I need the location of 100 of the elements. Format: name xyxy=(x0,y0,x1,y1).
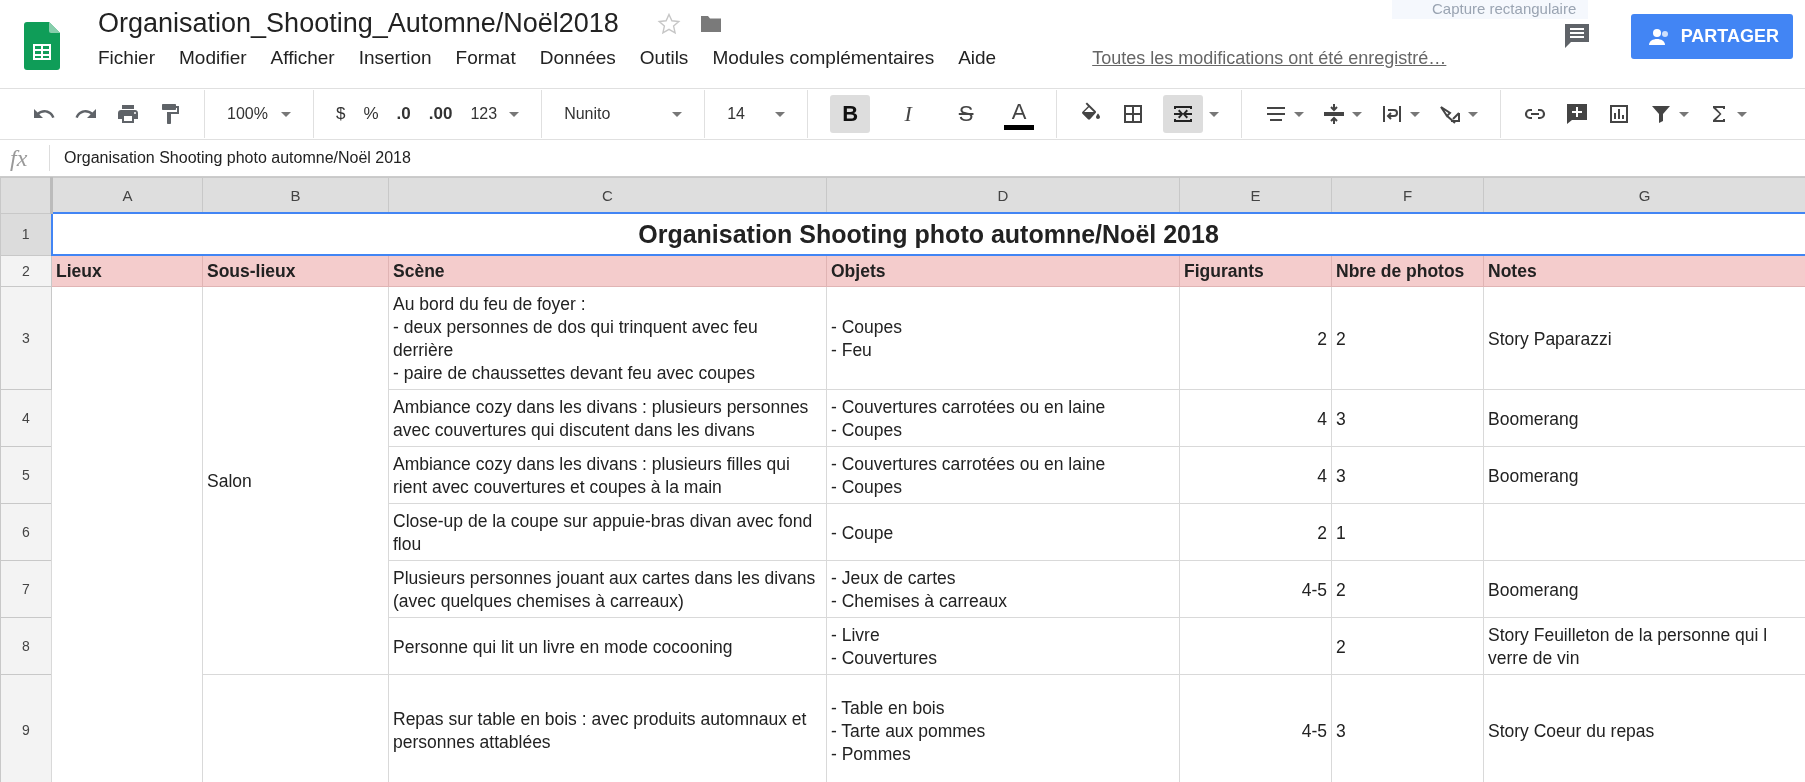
column-header[interactable]: A xyxy=(51,177,203,213)
caret-icon xyxy=(1468,111,1479,117)
row-header[interactable]: 2 xyxy=(0,255,52,287)
table-cell: Plusieurs personnes jouant aux cartes dans les divans (avec quelques chemises à carreaux) xyxy=(388,560,827,618)
menu-item[interactable]: Aide xyxy=(958,47,997,69)
font-dropdown[interactable]: Nunito xyxy=(564,105,683,123)
column-header[interactable]: D xyxy=(826,177,1180,213)
caret-icon xyxy=(1410,111,1421,117)
table-cell: Close-up de la coupe sur appuie-bras divan avec fond flou xyxy=(388,503,827,561)
table-cell: Boomerang xyxy=(1488,579,1579,600)
table-cell: 4-5 xyxy=(1301,579,1327,600)
row-header[interactable]: 7 xyxy=(0,560,52,618)
save-status-link[interactable]: Toutes les modifications ont été enregistré… xyxy=(1092,48,1447,69)
table-cell: 2 xyxy=(1317,522,1327,543)
vertical-align-icon xyxy=(1322,102,1347,126)
table-cell: 3 xyxy=(1336,408,1346,429)
vertical-align-button[interactable] xyxy=(1322,102,1363,126)
font-size-dropdown[interactable]: 14 xyxy=(727,105,786,123)
capture-tooltip: Capture rectangulaire xyxy=(1392,0,1589,19)
decrease-decimals-button[interactable]: .0 xyxy=(396,104,411,124)
row-header[interactable]: 1 xyxy=(0,213,52,255)
row-header[interactable]: 4 xyxy=(0,389,52,447)
menu-item[interactable]: Modules complémentaires xyxy=(712,47,935,69)
bold-button[interactable]: B xyxy=(830,95,871,133)
header-cell: Lieux xyxy=(51,255,203,287)
increase-decimals-button[interactable]: .00 xyxy=(428,104,453,124)
comment-icon[interactable] xyxy=(1562,22,1591,50)
print-icon[interactable] xyxy=(116,102,140,126)
table-cell: - Couvertures carrotées ou en laine - Coupes xyxy=(826,446,1180,504)
header-cell: Notes xyxy=(1483,255,1805,287)
column-header[interactable]: C xyxy=(388,177,827,213)
header-cell: Sous-lieux xyxy=(202,255,389,287)
table-cell: Story Paparazzi xyxy=(1488,328,1612,349)
column-header[interactable]: F xyxy=(1331,177,1484,213)
row-header[interactable]: 6 xyxy=(0,503,52,561)
percent-format-button[interactable]: % xyxy=(363,104,379,124)
spreadsheet-logo-icon[interactable] xyxy=(24,22,60,70)
table-cell: 4-5 xyxy=(1301,720,1327,741)
table-cell: - Jeux de cartes - Chemises à carreaux xyxy=(826,560,1180,618)
caret-icon[interactable] xyxy=(1209,111,1220,117)
row-header[interactable]: 8 xyxy=(0,617,52,675)
table-cell: Story Feuilleton de la personne qui l verre de vin xyxy=(1488,625,1768,668)
caret-icon xyxy=(1294,111,1305,117)
table-cell: Salon xyxy=(207,471,252,491)
formula-label: fx xyxy=(0,145,50,171)
row-header[interactable]: 5 xyxy=(0,446,52,504)
merge-cells-button[interactable] xyxy=(1163,95,1204,133)
add-comment-icon[interactable] xyxy=(1565,102,1590,126)
row-header[interactable]: 9 xyxy=(0,674,52,782)
table-cell: - Coupe xyxy=(826,503,1180,561)
table-cell: - Couvertures carrotées ou en laine - Coupes xyxy=(826,389,1180,447)
column-header[interactable]: G xyxy=(1483,177,1805,213)
header-cell: Scène xyxy=(388,255,827,287)
number-format-dropdown[interactable]: 123 xyxy=(470,105,520,123)
color-button[interactable]: A xyxy=(1004,98,1035,130)
column-header[interactable]: E xyxy=(1179,177,1332,213)
caret-icon xyxy=(1352,111,1363,117)
title-cell: Organisation Shooting photo automne/Noël 2018 xyxy=(51,213,1805,255)
table-cell: Personne qui lit un livre en mode cocooning xyxy=(388,617,827,675)
strike-button[interactable]: S xyxy=(946,95,987,133)
table-cell: - Coupes - Feu xyxy=(826,286,1180,390)
row-header[interactable]: 3 xyxy=(0,286,52,390)
table-cell: 4 xyxy=(1317,408,1327,429)
menu-item[interactable]: Données xyxy=(539,47,616,69)
table-cell: - Livre - Couvertures xyxy=(826,617,1180,675)
menu-item[interactable]: Outils xyxy=(639,47,689,69)
table-cell: 1 xyxy=(1336,522,1346,543)
star-icon[interactable] xyxy=(656,11,681,36)
table-cell: 3 xyxy=(1336,720,1346,741)
header-cell: Figurants xyxy=(1179,255,1332,287)
folder-icon[interactable] xyxy=(698,13,723,34)
zoom-dropdown[interactable]: 100% xyxy=(227,105,291,123)
menu-item[interactable]: Afficher xyxy=(270,47,335,69)
caret-icon xyxy=(509,111,520,117)
table-cell: 4 xyxy=(1317,465,1327,486)
currency-format-button[interactable]: $ xyxy=(336,104,346,124)
caret-icon xyxy=(1737,111,1748,117)
caret-icon xyxy=(281,111,291,117)
column-header[interactable]: B xyxy=(202,177,389,213)
menu-item[interactable]: Insertion xyxy=(358,47,432,69)
menu-item[interactable]: Modifier xyxy=(179,47,247,69)
table-cell: Au bord du feu de foyer : - deux personnes de dos qui trinquent avec feu derrière - paire de chaussettes devant feu avec coupes xyxy=(388,286,827,390)
person-icon xyxy=(1646,26,1671,47)
document-title[interactable]: Organisation_Shooting_Automne/Noël2018 xyxy=(98,8,619,39)
italic-button[interactable]: I xyxy=(888,95,929,133)
caret-icon xyxy=(775,111,786,117)
header-cell: Objets xyxy=(826,255,1180,287)
table-cell: Ambiance cozy dans les divans : plusieurs personnes avec couvertures qui discutent dans les divans xyxy=(388,389,827,447)
table-cell: 2 xyxy=(1336,636,1346,657)
table-cell: 2 xyxy=(1336,579,1346,600)
table-cell: Boomerang xyxy=(1488,465,1579,486)
table-cell: Boomerang xyxy=(1488,408,1579,429)
formula-input[interactable]: Organisation Shooting photo automne/Noël 2018 xyxy=(50,149,411,167)
menu-item[interactable]: Fichier xyxy=(98,47,155,69)
share-button[interactable]: PARTAGER xyxy=(1630,14,1793,59)
table-cell: 2 xyxy=(1336,328,1346,349)
table-cell: Story Coeur du repas xyxy=(1488,720,1655,741)
menu-item[interactable]: Format xyxy=(455,47,516,69)
table-cell: Ambiance cozy dans les divans : plusieurs filles qui rient avec couvertures et coupes à la main xyxy=(388,446,827,504)
caret-icon xyxy=(672,111,683,117)
